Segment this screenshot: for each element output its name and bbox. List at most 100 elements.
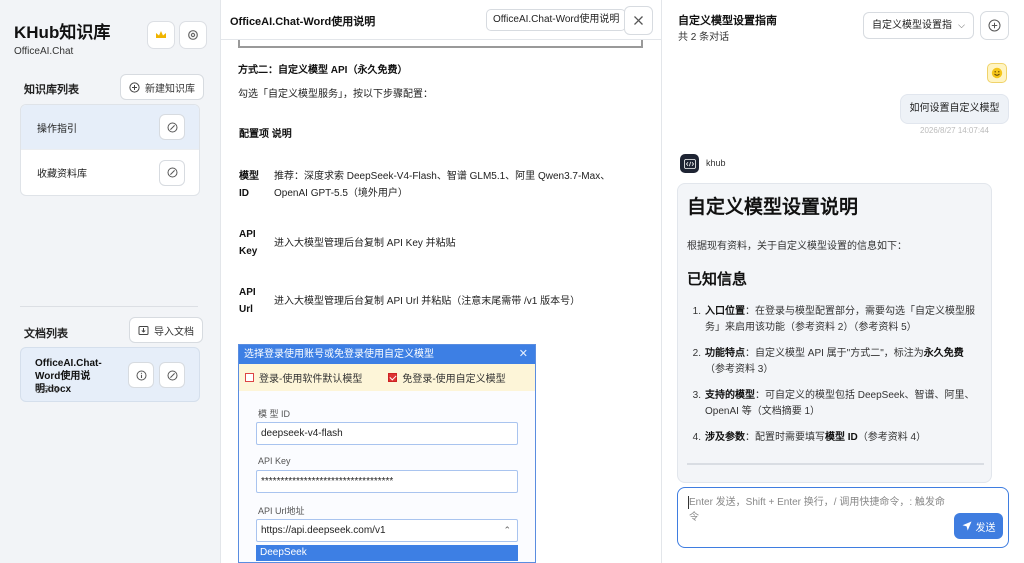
info-icon: [136, 370, 146, 380]
bot-answer: 自定义模型设置说明 根据现有资料，关于自定义模型设置的信息如下： 已知信息 1.…: [677, 183, 992, 483]
new-kb-button[interactable]: 新建知识库: [120, 74, 204, 100]
user-message-time: 2026/8/27 14:07:44: [920, 126, 989, 135]
login-model-dialog-screenshot: 选择登录使用账号或免登录使用自定义模型 ✕ 登录-使用软件默认模型 免登录-使用…: [238, 344, 536, 563]
settings-icon: [188, 30, 198, 40]
kb-item-label: 操作指引: [37, 123, 77, 135]
kb-section-label: 知识库列表: [24, 84, 79, 96]
list-item: 4. 涉及参数：配置时需要填写模型 ID（参考资料 4）: [687, 430, 982, 446]
viewer-title: OfficeAI.Chat-Word使用说明: [230, 16, 376, 28]
viewer-header: OfficeAI.Chat-Word使用说明 OfficeAI.Chat-Wor…: [221, 0, 661, 40]
config-value-api-url: 进入大模型管理后台复制 API Url 并粘贴（注意末尾需带 /v1 版本号）: [274, 296, 581, 307]
brand-title: KHub知识库: [14, 23, 111, 42]
api-key-field: **********************************: [256, 470, 518, 493]
config-table-header: 配置项 说明: [239, 129, 292, 140]
doc-item[interactable]: OfficeAI.Chat-Word使用说明.docx 已学习: [20, 347, 200, 402]
smiley-icon: [991, 67, 1003, 79]
code-icon: [683, 158, 696, 169]
answer-intro: 根据现有资料，关于自定义模型设置的信息如下：: [687, 241, 907, 252]
settings-button[interactable]: [179, 21, 207, 49]
composer-placeholder[interactable]: Enter 发送，Shift + Enter 换行，/ 调用快捷命令，: 触发命…: [689, 495, 949, 525]
send-button[interactable]: 发送: [954, 513, 1003, 539]
document-viewer: OfficeAI.Chat-Word使用说明 OfficeAI.Chat-Wor…: [221, 0, 662, 563]
list-item-number: 2.: [692, 348, 701, 359]
model-id-label: 模 型 ID: [258, 409, 291, 419]
close-icon: [634, 16, 643, 25]
send-icon: [962, 521, 971, 531]
kb-remove-button[interactable]: [159, 159, 185, 186]
api-key-label: API Key: [258, 456, 291, 466]
chevron-down-icon: ⌵: [958, 13, 965, 38]
config-key-api-url: API Url: [239, 287, 256, 315]
document-page-edge: [238, 40, 643, 48]
chevron-up-icon: ⌃: [503, 525, 511, 535]
kb-list: 操作指引 收藏资料库: [20, 104, 200, 196]
conversation-select[interactable]: 自定义模型设置指 ⌵: [863, 12, 974, 39]
doc-info-button[interactable]: [128, 362, 154, 388]
remove-icon: [167, 122, 177, 132]
import-icon: [138, 325, 149, 335]
doc-section-label: 文档列表: [24, 328, 68, 340]
plus-icon: [988, 19, 1001, 32]
new-chat-button[interactable]: [980, 11, 1009, 40]
user-message: 如何设置自定义模型: [900, 94, 1009, 124]
list-item-bold: 永久免费: [923, 348, 964, 359]
config-value-api-key: 进入大模型管理后台复制 API Key 并粘贴: [274, 238, 456, 249]
kb-item-favorites[interactable]: 收藏资料库: [21, 150, 199, 195]
doc-intro: 勾选「自定义模型服务」，按以下步骤配置：: [238, 89, 433, 100]
list-item: 1. 入口位置：在登录与模型配置部分，需要勾选「自定义模型服务」来启用该功能（参…: [687, 304, 982, 336]
option-login-label: 登录-使用软件默认模型: [259, 374, 363, 385]
list-item-bold: 功能特点: [705, 348, 745, 359]
dialog-close-icon: ✕: [518, 348, 528, 360]
list-item-body: （参考资料 3）: [705, 364, 774, 375]
new-kb-label: 新建知识库: [145, 83, 195, 95]
remove-icon: [167, 167, 177, 178]
list-item-text: 支持的模型：可自定义的模型包括 DeepSeek、智谱、阿里、OpenAI 等（…: [705, 388, 982, 420]
api-url-label: API Url地址: [258, 506, 305, 516]
conversation-select-value: 自定义模型设置指: [872, 20, 952, 31]
list-item-bold: 模型 ID: [825, 432, 858, 443]
list-item-text: 涉及参数：配置时需要填写模型 ID（参考资料 4）: [705, 430, 926, 446]
remove-icon: [167, 370, 177, 380]
dialog-options: 登录-使用软件默认模型 免登录-使用自定义模型: [239, 364, 535, 391]
list-item-body: ：配置时需要填写: [745, 432, 825, 443]
list-item-body: ：在登录与模型配置部分，需要勾选「自定义模型服务」来启用该功能（参考资料 2）（…: [705, 306, 975, 333]
option-login: 登录-使用软件默认模型: [245, 370, 362, 385]
kb-item-guide[interactable]: 操作指引: [21, 105, 199, 150]
kb-remove-button[interactable]: [159, 114, 185, 140]
answer-title: 自定义模型设置说明: [687, 197, 859, 218]
model-id-field: deepseek-v4-flash: [256, 422, 518, 445]
sidebar-divider: [20, 306, 198, 307]
answer-divider: [687, 463, 984, 465]
import-doc-button[interactable]: 导入文档: [129, 317, 203, 343]
viewer-doc-chip[interactable]: OfficeAI.Chat-Word使用说明: [486, 9, 627, 31]
bot-name: khub: [706, 158, 726, 168]
sidebar: KHub知识库 OfficeAI.Chat 知识库列表 新建知识库 操作指引 收…: [0, 0, 221, 563]
viewer-close-button[interactable]: [624, 6, 653, 35]
api-url-field: https://api.deepseek.com/v1 ⌃: [256, 519, 518, 542]
list-item-number: 3.: [692, 390, 701, 401]
doc-status: 已学习: [35, 385, 59, 394]
list-item: 3. 支持的模型：可自定义的模型包括 DeepSeek、智谱、阿里、OpenAI…: [687, 388, 982, 420]
bot-avatar: [680, 154, 699, 173]
kb-item-label: 收藏资料库: [37, 169, 87, 180]
send-label: 发送: [975, 522, 996, 534]
list-item-text: 入口位置：在登录与模型配置部分，需要勾选「自定义模型服务」来启用该功能（参考资料…: [705, 304, 982, 336]
crown-button[interactable]: [147, 21, 175, 49]
checkbox-unchecked-icon: [245, 373, 254, 382]
brand: KHub知识库 OfficeAI.Chat: [14, 18, 110, 57]
list-item-bold: 涉及参数: [705, 432, 745, 443]
list-item-body: ：自定义模型 API 属于"方式二"，标注为: [745, 348, 924, 359]
chat-composer[interactable]: Enter 发送，Shift + Enter 换行，/ 调用快捷命令，: 触发命…: [677, 487, 1009, 548]
plus-icon: [129, 81, 140, 93]
dialog-title-text: 选择登录使用账号或免登录使用自定义模型: [244, 349, 434, 360]
chat-count: 共 2 条对话: [678, 32, 730, 43]
brand-subtitle: OfficeAI.Chat: [14, 46, 74, 57]
dropdown-option: DeepSeek: [256, 545, 518, 561]
list-item-bold: 入口位置: [705, 306, 745, 317]
list-item-body: （参考资料 4）: [857, 432, 927, 443]
config-key-model-id: 模型 ID: [239, 171, 259, 199]
list-item-text: 功能特点：自定义模型 API 属于"方式二"，标注为永久免费 （参考资料 3）: [705, 346, 982, 378]
doc-remove-button[interactable]: [159, 362, 185, 388]
import-doc-label: 导入文档: [154, 326, 194, 338]
crown-icon: [156, 31, 166, 38]
